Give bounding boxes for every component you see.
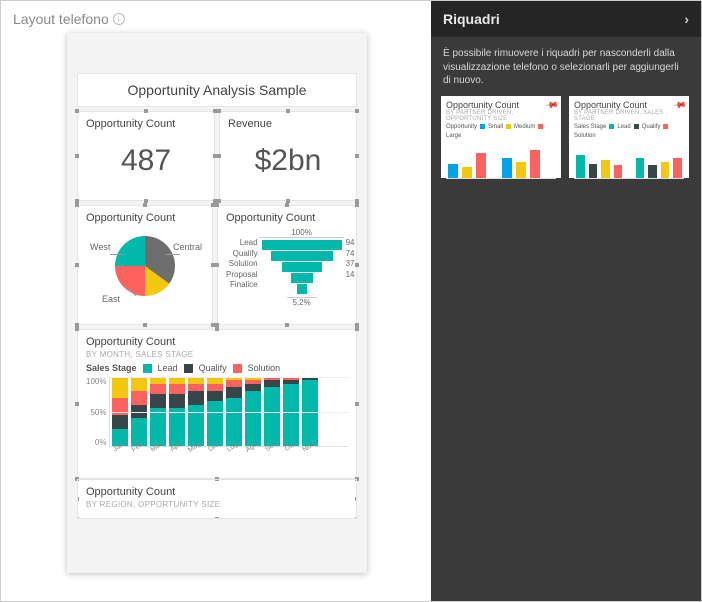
tile-thumbnails: 📌 Opportunity Count BY PARTNER DRIVEN, O… [431,96,701,178]
kpi-value: $2bn [228,144,348,178]
thumb-opp-size[interactable]: 📌 Opportunity Count BY PARTNER DRIVEN, O… [441,96,561,178]
tile-subtitle: BY MONTH, SALES STAGE [86,350,348,359]
tiles-panel-title: Riquadri [443,11,500,27]
info-icon[interactable]: i [113,13,125,25]
tile-label: Opportunity Count [86,336,348,348]
tile-revenue[interactable]: Revenue $2bn [219,111,357,201]
app-container: Layout telefono i Opportunity Analysis S… [0,0,702,602]
phone-frame: Opportunity Analysis Sample Opportunity … [67,33,367,573]
funnel-chart: Lead Qualify Solution Proposal Finalice … [226,228,348,312]
tiles-panel-header[interactable]: Riquadri › [431,1,701,37]
tiles-panel-desc: È possibile rimuovere i riquadri per nas… [431,37,701,96]
thumb-legend: Sales Stage Lead Qualify Solution [574,124,684,139]
funnel-bottom-pct: 5,2% [287,297,317,307]
kpi-value: 487 [86,144,206,178]
tile-label: Opportunity Count [226,212,348,224]
charts-row: Opportunity Count West Central East Oppo… [77,205,357,325]
tile-pie[interactable]: Opportunity Count West Central East [77,205,213,325]
chevron-right-icon[interactable]: › [684,11,689,27]
stacked-bar-chart: 100% 50% 0% [86,377,348,447]
thumb-subtitle: BY PARTNER DRIVEN, SALES STAGE [574,110,684,122]
pie-chart: West Central East [86,226,204,306]
funnel-values: 94 74 37 14 [346,228,355,280]
tile-region[interactable]: Opportunity Count BY REGION, OPPORTUNITY… [77,479,357,519]
tile-label: Opportunity Count [86,486,348,498]
thumb-legend: Opportunity Small Medium Large [446,124,556,139]
pie-label-west: West [90,242,110,252]
thumb-subtitle: BY PARTNER DRIVEN, OPPORTUNITY SIZE [446,110,556,122]
tile-opp-count[interactable]: Opportunity Count 487 [77,111,215,201]
pie-label-east: East [102,294,120,304]
funnel-stage-labels: Lead Qualify Solution Proposal Finalice [226,228,258,289]
thumb-title: Opportunity Count [446,100,556,110]
thumb-sales-stage[interactable]: 📌 Opportunity Count BY PARTNER DRIVEN, S… [569,96,689,178]
phone-layout-panel: Layout telefono i Opportunity Analysis S… [1,1,431,601]
tile-label: Revenue [228,118,348,130]
thumb-title: Opportunity Count [574,100,684,110]
tile-label: Opportunity Count [86,118,206,130]
tile-funnel[interactable]: Opportunity Count Lead Qualify Solution … [217,205,357,325]
tiles-panel: Riquadri › È possibile rimuovere i riqua… [431,1,701,601]
legend: Sales Stage Lead Qualify Solution [86,363,348,373]
tile-stacked-bar[interactable]: Opportunity Count BY MONTH, SALES STAGE … [77,329,357,479]
tile-subtitle: BY REGION, OPPORTUNITY SIZE [86,500,348,509]
funnel-top-pct: 100% [260,228,344,238]
panel-title-text: Layout telefono [13,11,109,27]
tile-label: Opportunity Count [86,212,204,224]
dashboard-title[interactable]: Opportunity Analysis Sample [77,73,357,107]
panel-title: Layout telefono i [13,11,421,27]
kpi-row: Opportunity Count 487 Revenue $2bn [77,111,357,201]
pie-label-central: Central [173,242,202,252]
